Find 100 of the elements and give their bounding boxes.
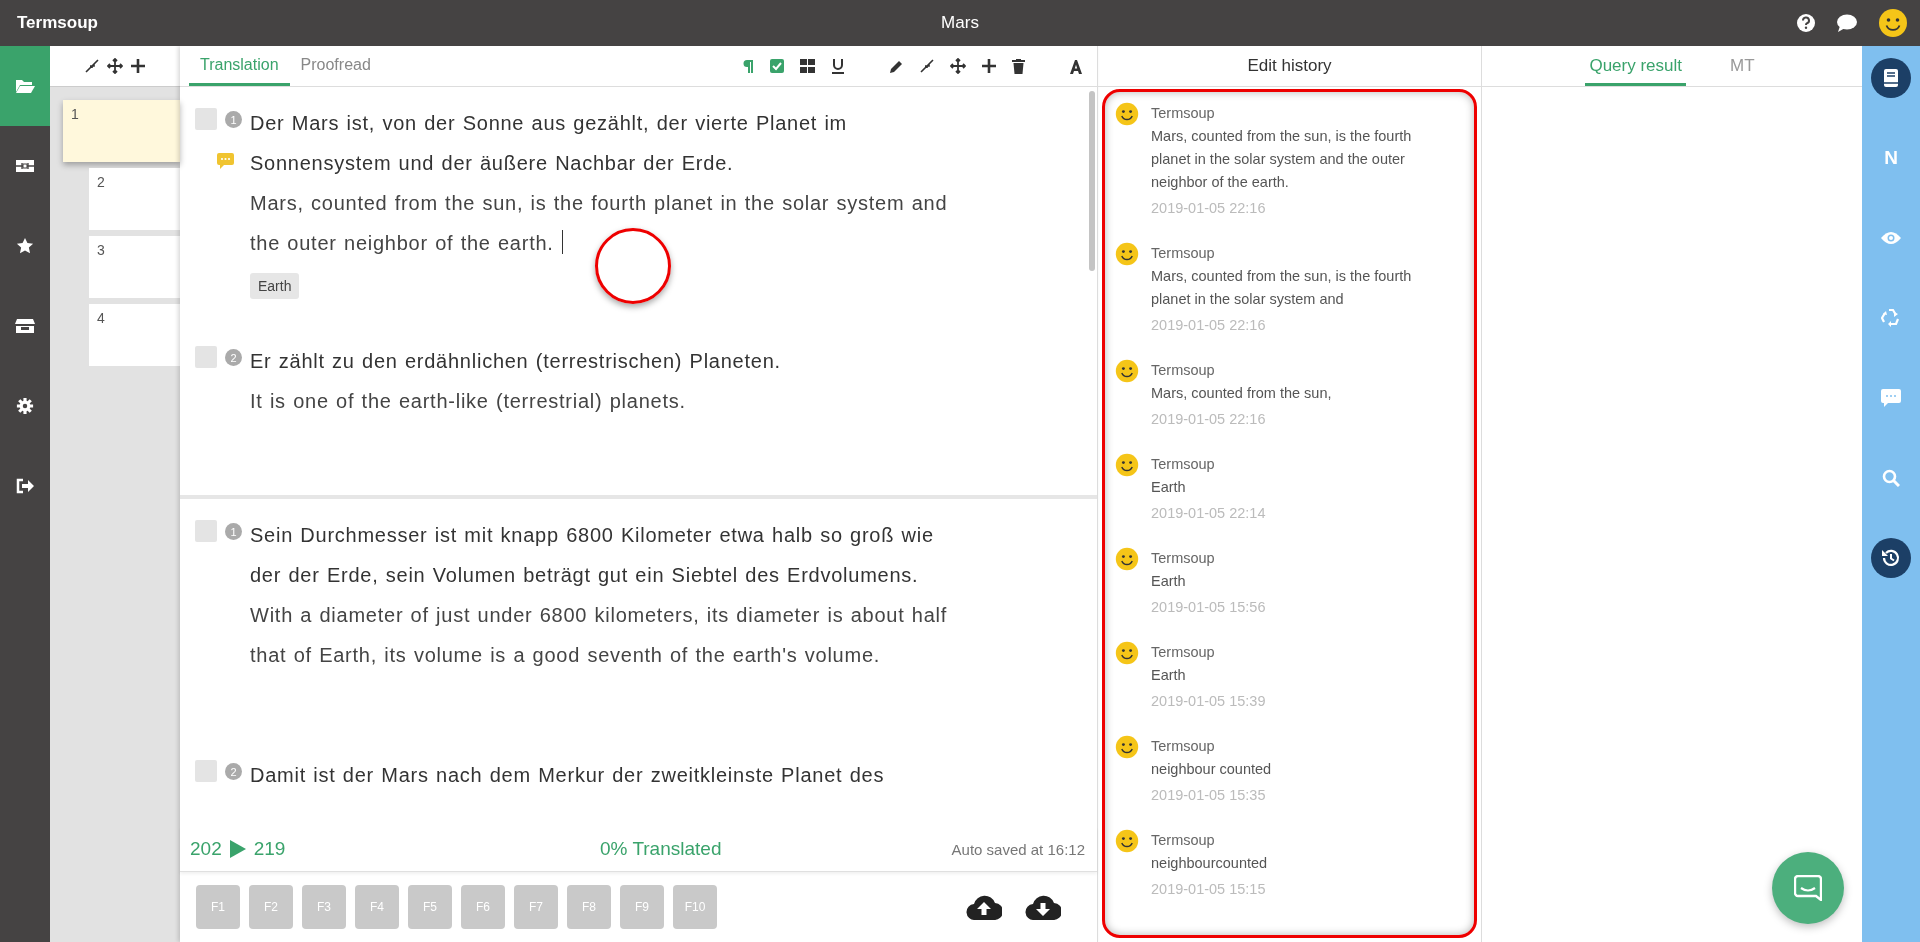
scrollbar[interactable]	[1089, 91, 1095, 271]
source-text: Er zählt zu den erdähnlichen (terrestrischen) Planeten.	[250, 349, 782, 374]
panel-title: Edit history	[1247, 56, 1332, 76]
history-icon	[1881, 548, 1901, 568]
timestamp: 2019-01-05 15:35	[1151, 786, 1267, 805]
logout-icon	[16, 478, 34, 494]
segment-number: 1	[225, 523, 242, 540]
segment-number: 2	[225, 763, 242, 780]
author-name: Termsoup	[1151, 361, 1216, 380]
play-icon	[229, 840, 246, 858]
history-text: neighbourcounted	[1151, 854, 1269, 873]
collapse-icon[interactable]	[920, 59, 934, 73]
font-icon[interactable]	[1069, 58, 1083, 74]
avatar-icon	[1115, 453, 1139, 477]
progress-label: 0% Translated	[599, 838, 723, 860]
avatar-icon	[1115, 641, 1139, 665]
author-name: Termsoup	[1151, 455, 1216, 474]
author-name: Termsoup	[1151, 737, 1216, 756]
avatar-icon	[1115, 102, 1139, 126]
segment-number: 2	[225, 349, 242, 366]
source-word-count: 202	[190, 838, 222, 860]
segment-card[interactable]: 4	[89, 304, 180, 366]
collapse-icon[interactable]	[85, 59, 99, 73]
film-icon	[15, 158, 35, 174]
avatar-icon	[1115, 547, 1139, 571]
help-icon[interactable]	[1796, 13, 1816, 33]
history-text: Mars, counted from the sun, is the fourth planet in the solar system and	[1151, 267, 1413, 309]
chat-launcher-button[interactable]	[1772, 852, 1844, 924]
tab[interactable]: Query result	[1585, 46, 1686, 86]
pencil-icon[interactable]	[889, 58, 904, 74]
chat-icon[interactable]	[1836, 13, 1858, 33]
segment-card[interactable]: 2	[89, 168, 180, 230]
document-title: Mars	[941, 13, 979, 33]
sidebar-tool[interactable]: N	[1871, 138, 1911, 178]
move-icon[interactable]	[950, 58, 966, 74]
history-text: Mars, counted from the sun, is the fourth planet in the solar system and the outer neighbor of the earth.	[1151, 127, 1413, 192]
timestamp: 2019-01-05 22:16	[1151, 410, 1267, 429]
history-text: Earth	[1151, 478, 1187, 497]
target-word-count: 219	[253, 838, 286, 860]
move-icon[interactable]	[107, 58, 123, 74]
history-text: Earth	[1151, 572, 1187, 591]
underline-icon[interactable]	[831, 58, 845, 74]
segment-checkbox[interactable]	[195, 346, 217, 368]
history-text: Earth	[1151, 666, 1187, 685]
author-name: Termsoup	[1151, 831, 1216, 850]
avatar-icon	[1115, 242, 1139, 266]
trash-icon[interactable]	[1012, 58, 1025, 74]
plus-icon[interactable]	[982, 59, 996, 73]
pilcrow-icon[interactable]	[742, 59, 754, 73]
segment-checkbox[interactable]	[195, 760, 217, 782]
search-icon	[1882, 469, 1900, 487]
target-text[interactable]: With a diameter of just under 6800 kilometers, its diameter is about half that of Earth, its volume is a good seventh of the earth's volume.	[250, 595, 950, 675]
timestamp: 2019-01-05 15:39	[1151, 692, 1267, 711]
avatar-icon	[1115, 829, 1139, 853]
sidebar-tool[interactable]	[1871, 538, 1911, 578]
folder-icon	[15, 78, 35, 94]
chat-icon	[1794, 875, 1822, 901]
target-text[interactable]: Mars, counted from the sun, is the fourth planet in the solar system and the outer neighbor of the earth.	[250, 183, 950, 263]
recycle-icon	[1881, 308, 1901, 328]
cloud-download-icon[interactable]	[1025, 894, 1061, 920]
author-name: Termsoup	[1151, 244, 1216, 263]
source-text: Damit ist der Mars nach dem Merkur der zweitkleinste Planet des	[250, 763, 886, 788]
cloud-upload-icon[interactable]	[966, 894, 1002, 920]
grid-icon[interactable]	[800, 59, 815, 73]
segment-checkbox[interactable]	[195, 108, 217, 130]
timestamp: 2019-01-05 15:56	[1151, 598, 1267, 617]
store-icon	[15, 318, 35, 334]
segment-checkbox[interactable]	[195, 520, 217, 542]
avatar-icon[interactable]	[1878, 8, 1908, 38]
settings-icon	[16, 397, 34, 415]
avatar-icon	[1115, 735, 1139, 759]
term-tag[interactable]: Earth	[250, 273, 300, 299]
timestamp: 2019-01-05 22:16	[1151, 199, 1267, 218]
sidebar-tool[interactable]	[1871, 58, 1911, 98]
history-text: neighbour counted	[1151, 760, 1273, 779]
source-text: Sein Durchmesser ist mit knapp 6800 Kilometer etwa halb so groß wie der der Erde, sein Volumen beträgt gut ein Siebtel des Erdvolumens.	[250, 523, 935, 588]
timestamp: 2019-01-05 22:16	[1151, 316, 1267, 335]
author-name: Termsoup	[1151, 643, 1216, 662]
source-text: Der Mars ist, von der Sonne aus gezählt, der vierte Planet im Sonnensystem und der äußere Nachbar der Erde.	[250, 111, 848, 176]
segment-number: 1	[225, 111, 242, 128]
segment-card[interactable]: 3	[89, 236, 180, 298]
book-icon	[1883, 68, 1899, 88]
comment-icon	[1881, 389, 1901, 407]
tab[interactable]: MT	[1726, 46, 1759, 86]
tab[interactable]: Translation	[189, 46, 290, 86]
checkbox-icon[interactable]	[770, 59, 784, 73]
target-text[interactable]: It is one of the earth-like (terrestrial) planets.	[250, 381, 950, 421]
app-name: Termsoup	[17, 13, 98, 33]
avatar-icon	[1115, 359, 1139, 383]
timestamp: 2019-01-05 15:15	[1151, 880, 1267, 899]
segment-card[interactable]: 1	[63, 100, 180, 162]
eye-icon	[1880, 231, 1902, 245]
star-icon	[16, 237, 34, 255]
history-text: Mars, counted from the sun,	[1151, 384, 1333, 403]
author-name: Termsoup	[1151, 104, 1216, 123]
timestamp: 2019-01-05 22:14	[1151, 504, 1267, 523]
plus-icon[interactable]	[131, 59, 145, 73]
tab[interactable]: Proofread	[289, 46, 382, 86]
author-name: Termsoup	[1151, 549, 1216, 568]
autosave-label: Auto saved at 16:12	[951, 840, 1085, 858]
